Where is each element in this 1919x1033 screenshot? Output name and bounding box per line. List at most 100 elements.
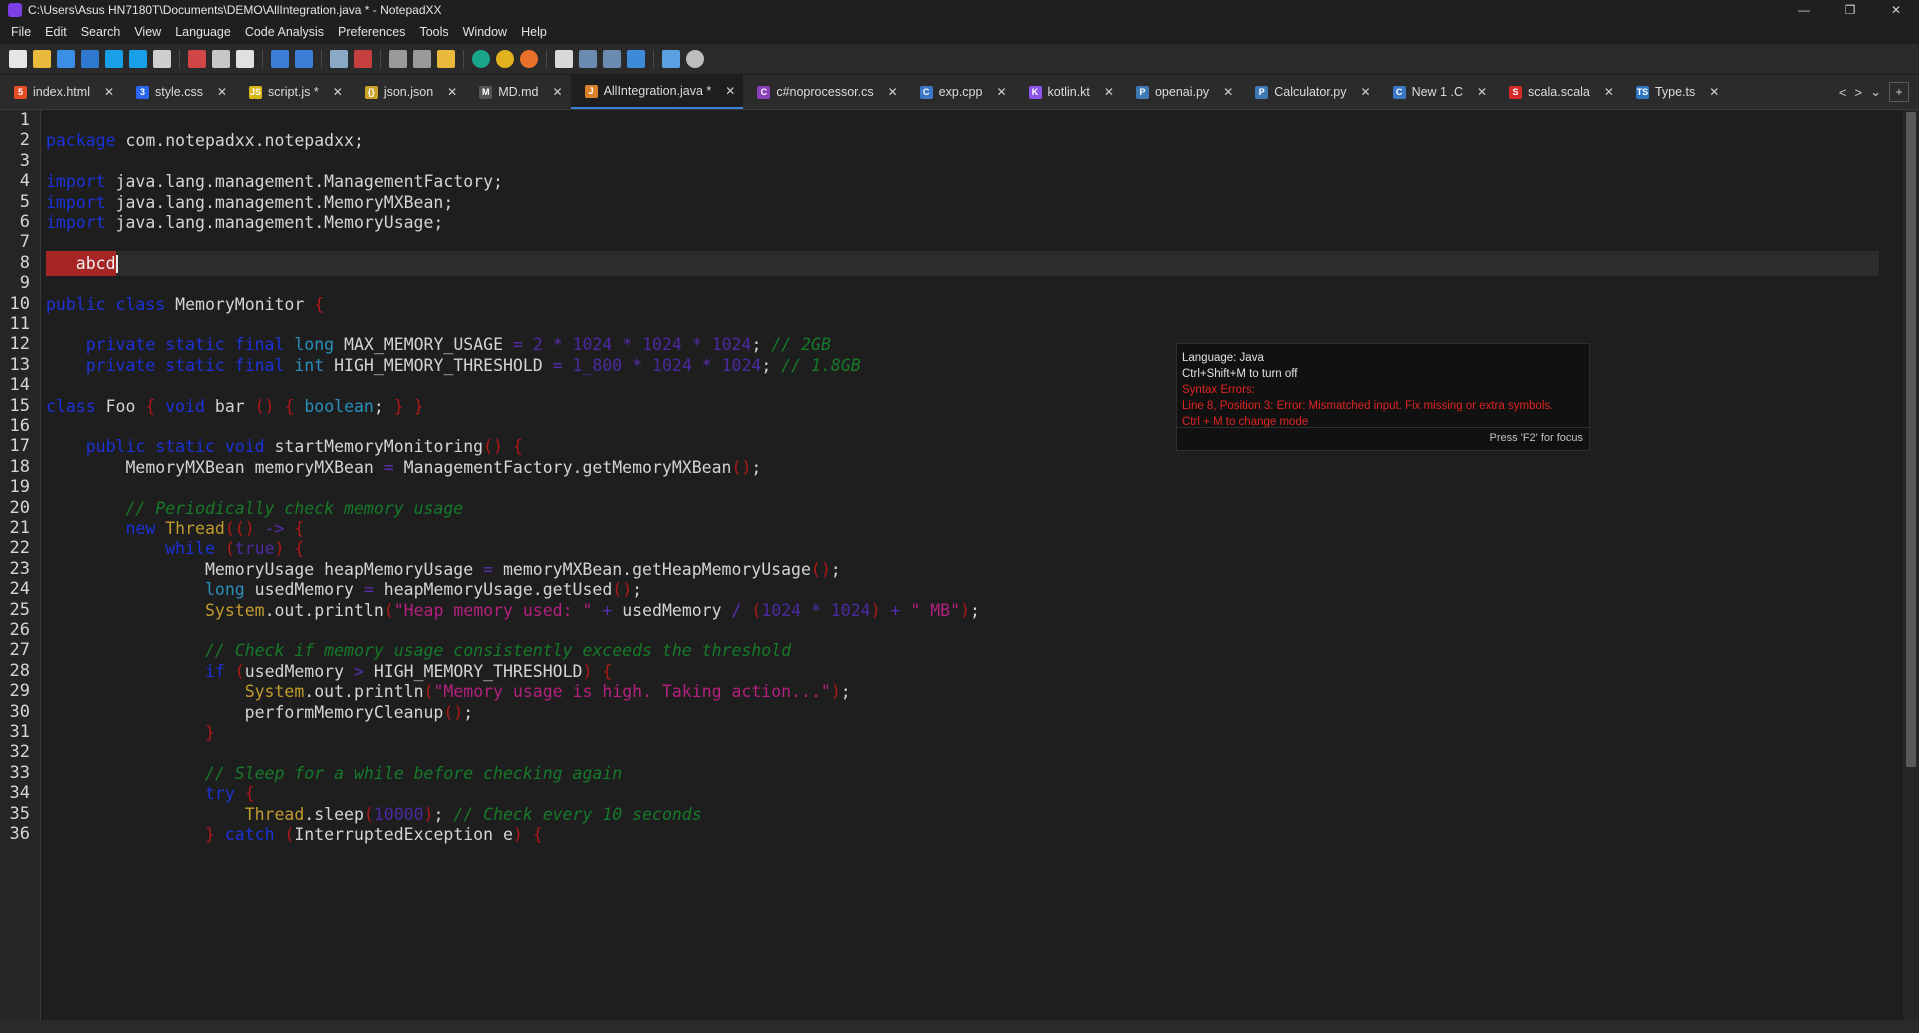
tab-3[interactable]: {} json.json ✕	[351, 75, 465, 109]
tab-close-icon[interactable]: ✕	[1104, 85, 1114, 99]
tab-close-icon[interactable]: ✕	[1604, 85, 1614, 99]
menu-search[interactable]: Search	[74, 21, 128, 43]
edge-browser-icon[interactable]	[472, 50, 490, 68]
tab-close-icon[interactable]: ✕	[725, 84, 735, 98]
restore-button[interactable]: ❐	[1827, 0, 1873, 20]
terminal-icon[interactable]	[389, 50, 407, 68]
tab-1[interactable]: 3 style.css ✕	[122, 75, 235, 109]
tab-2[interactable]: JS script.js * ✕	[235, 75, 351, 109]
tab-close-icon[interactable]: ✕	[1477, 85, 1487, 99]
tab-13[interactable]: TS Type.ts ✕	[1622, 75, 1727, 109]
menu-tools[interactable]: Tools	[412, 21, 455, 43]
tab-close-icon[interactable]: ✕	[553, 85, 563, 99]
tab-list-dropdown-icon[interactable]: ⌄	[1870, 84, 1881, 100]
tab-close-icon[interactable]: ✕	[1709, 85, 1719, 99]
tab-12[interactable]: Sscala.scala ✕	[1495, 75, 1622, 109]
tab-close-icon[interactable]: ✕	[996, 85, 1006, 99]
document-map-icon[interactable]	[555, 50, 573, 68]
tab-scroll-left-icon[interactable]: <	[1839, 85, 1847, 100]
paste-icon[interactable]	[236, 50, 254, 68]
cut-icon[interactable]	[188, 50, 206, 68]
code-token: {	[294, 519, 305, 538]
chrome-browser-icon[interactable]	[496, 50, 514, 68]
code-token: while	[165, 539, 215, 559]
scala-icon: S	[1509, 85, 1523, 99]
popup-footer: Press 'F2' for focus	[1489, 432, 1583, 444]
undo-icon[interactable]	[271, 50, 289, 68]
code-area[interactable]: 1 2 package com.notepadxx.notepadxx; 3 4 impo…	[10, 110, 1879, 1020]
save-icon[interactable]	[57, 50, 75, 68]
tab-close-icon[interactable]: ✕	[1361, 85, 1371, 99]
menu-language[interactable]: Language	[168, 21, 238, 43]
settings-icon[interactable]	[686, 50, 704, 68]
tab-close-icon[interactable]: ✕	[447, 85, 457, 99]
tab-close-icon[interactable]: ✕	[217, 85, 227, 99]
search-icon[interactable]	[662, 50, 680, 68]
tab-scroll-right-icon[interactable]: >	[1855, 85, 1863, 100]
vertical-scrollbar-thumb[interactable]	[1906, 112, 1916, 767]
zoom-out-icon[interactable]	[603, 50, 621, 68]
vertical-scrollbar[interactable]	[1903, 110, 1919, 1020]
new-tab-button[interactable]: +	[1889, 82, 1909, 102]
tab-6[interactable]: Cc#noprocessor.cs ✕	[743, 75, 905, 109]
redo-icon[interactable]	[295, 50, 313, 68]
minimize-button[interactable]: —	[1781, 0, 1827, 20]
menu-preferences[interactable]: Preferences	[331, 21, 412, 43]
tab-close-icon[interactable]: ✕	[333, 85, 343, 99]
code-token: ;	[373, 396, 394, 416]
copy-icon[interactable]	[212, 50, 230, 68]
code-token: import	[46, 172, 106, 192]
sync-scroll-icon[interactable]	[627, 50, 645, 68]
window-controls: — ❐ ✕	[1781, 0, 1919, 20]
folder-workspace-icon[interactable]	[437, 50, 455, 68]
print-icon[interactable]	[153, 50, 171, 68]
menu-edit[interactable]: Edit	[38, 21, 74, 43]
code-line[interactable]: 36 } catch (InterruptedException e) {	[10, 822, 1879, 847]
tab-0[interactable]: 5 index.html ✕	[0, 75, 122, 109]
menu-view[interactable]: View	[127, 21, 168, 43]
save-all-icon[interactable]	[81, 50, 99, 68]
close-all-icon[interactable]	[129, 50, 147, 68]
horizontal-scrollbar[interactable]	[0, 1020, 1919, 1033]
tab-close-icon[interactable]: ✕	[104, 85, 114, 99]
menu-window[interactable]: Window	[456, 21, 514, 43]
menu-help[interactable]: Help	[514, 21, 554, 43]
tab-close-icon[interactable]: ✕	[1223, 85, 1233, 99]
code-token: (	[751, 600, 762, 620]
code-token: import	[46, 213, 106, 232]
tab-4[interactable]: M MD.md ✕	[465, 75, 570, 109]
find-icon[interactable]	[330, 50, 348, 68]
menu-file[interactable]: File	[4, 21, 38, 43]
replace-icon[interactable]	[354, 50, 372, 68]
open-folder-icon[interactable]	[33, 50, 51, 68]
code-token: // 1.8GB	[781, 355, 861, 375]
tab-7[interactable]: Cexp.cpp ✕	[906, 75, 1015, 109]
tab-11[interactable]: C New 1 .C ✕	[1379, 75, 1495, 109]
close-file-icon[interactable]	[105, 50, 123, 68]
code-token: ()	[810, 559, 831, 579]
tab-10[interactable]: P Calculator.py ✕	[1241, 75, 1378, 109]
tab-5[interactable]: J AllIntegration.java * ✕	[570, 75, 744, 109]
new-file-icon[interactable]	[9, 50, 27, 68]
firefox-browser-icon[interactable]	[520, 50, 538, 68]
code-token: )	[830, 682, 841, 702]
tab-close-icon[interactable]: ✕	[888, 85, 898, 99]
markdown-icon: M	[479, 85, 493, 99]
close-window-button[interactable]: ✕	[1873, 0, 1919, 20]
code-editor[interactable]: 1 2 package com.notepadxx.notepadxx; 3 4 impo…	[0, 110, 1919, 1020]
tab-9[interactable]: Popenai.py ✕	[1122, 75, 1241, 109]
kotlin-icon: K	[1028, 85, 1042, 99]
menu-code-analysis[interactable]: Code Analysis	[238, 21, 331, 43]
zoom-in-icon[interactable]	[579, 50, 597, 68]
tab-8[interactable]: Kkotlin.kt ✕	[1015, 75, 1122, 109]
code-token: )	[870, 600, 881, 620]
toolbar-divider	[262, 50, 263, 68]
console-icon[interactable]	[413, 50, 431, 68]
